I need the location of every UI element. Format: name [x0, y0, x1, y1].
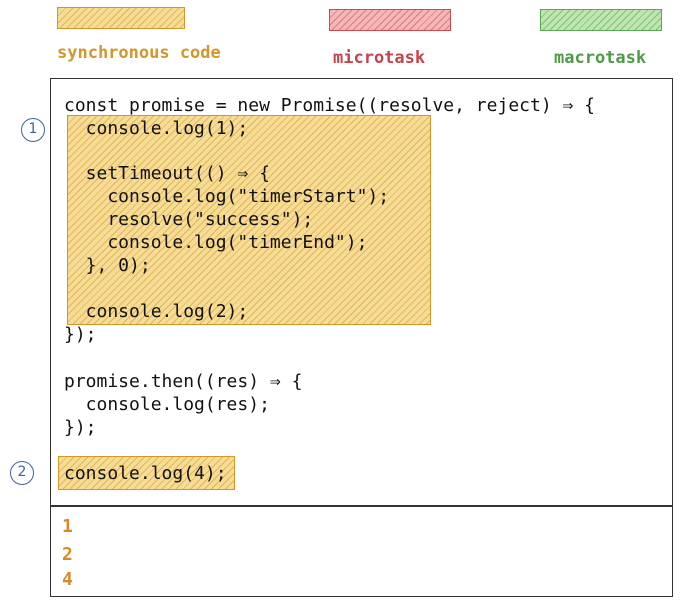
output-panel [50, 505, 673, 597]
code-line: console.log(4); [64, 463, 227, 484]
code-line: console.log(res); [64, 394, 270, 415]
step-marker-1: 1 [21, 118, 45, 142]
legend-swatch-synchronous [57, 7, 185, 29]
legend-swatch-microtask [329, 9, 451, 31]
output-line: 4 [62, 569, 73, 590]
code-line: console.log(1); [64, 118, 249, 139]
code-line: }, 0); [64, 255, 151, 276]
code-line: promise.then((res) ⇒ { [64, 371, 303, 392]
code-line: }); [64, 324, 97, 345]
output-line: 2 [62, 544, 73, 565]
code-line: console.log("timerStart"); [64, 186, 390, 207]
code-line: resolve("success"); [64, 209, 314, 230]
legend-swatch-macrotask [540, 9, 662, 31]
code-line: console.log("timerEnd"); [64, 232, 368, 253]
legend-label-microtask: microtask [333, 48, 426, 68]
output-line: 1 [62, 516, 73, 537]
legend-label-macrotask: macrotask [554, 48, 647, 68]
step-marker-2: 2 [10, 461, 34, 485]
code-line: console.log(2); [64, 301, 249, 322]
code-line: setTimeout(() ⇒ { [64, 163, 270, 184]
code-line: const promise = new Promise((resolve, re… [64, 95, 596, 116]
legend-label-synchronous: synchronous code [57, 43, 221, 63]
code-line: }); [64, 417, 97, 438]
